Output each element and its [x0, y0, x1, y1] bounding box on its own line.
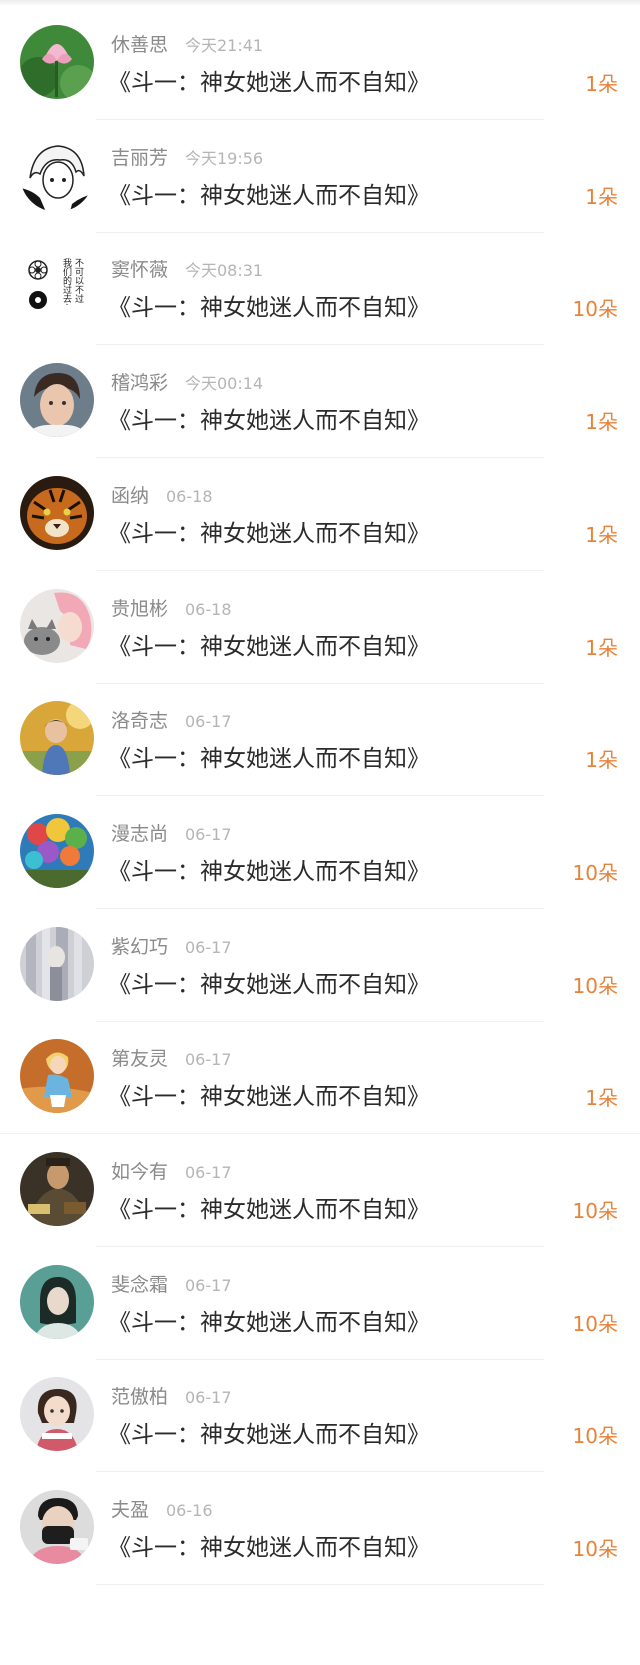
list-item[interactable]: 稽鸿彩 今天00:14 《斗一：神女她迷人而不自知》 1朵	[0, 338, 640, 459]
list-item[interactable]: 紫幻巧 06-17 《斗一：神女她迷人而不自知》 10朵	[0, 902, 640, 1022]
user-name[interactable]: 范傲柏	[111, 1384, 168, 1410]
user-name[interactable]: 函纳	[111, 483, 149, 509]
list-item[interactable]: 如今有 06-17 《斗一：神女她迷人而不自知》 10朵	[0, 1127, 640, 1247]
book-title[interactable]: 《斗一：神女她迷人而不自知》	[108, 968, 430, 1002]
user-name[interactable]: 如今有	[111, 1159, 168, 1185]
book-title[interactable]: 《斗一：神女她迷人而不自知》	[108, 517, 430, 551]
user-name[interactable]: 窦怀薇	[111, 257, 168, 283]
book-title[interactable]: 《斗一：神女她迷人而不自知》	[108, 630, 430, 664]
book-title[interactable]: 《斗一：神女她迷人而不自知》	[108, 404, 430, 438]
book-title[interactable]: 《斗一：神女她迷人而不自知》	[108, 1306, 430, 1340]
book-title[interactable]: 《斗一：神女她迷人而不自知》	[108, 179, 430, 213]
child-field-avatar[interactable]	[20, 701, 94, 776]
gift-count: 10朵	[572, 1537, 618, 1562]
gift-count: 10朵	[572, 1424, 618, 1449]
list-item[interactable]: 休善思 今天21:41 《斗一：神女她迷人而不自知》 1朵	[0, 0, 640, 120]
user-name[interactable]: 洛奇志	[111, 708, 168, 734]
teal-portrait-avatar[interactable]	[20, 1264, 94, 1339]
timestamp: 06-18	[166, 486, 213, 506]
list-item[interactable]: 贵旭彬 06-18 《斗一：神女她迷人而不自知》 1朵	[0, 564, 640, 684]
list-item[interactable]: 第友灵 06-17 《斗一：神女她迷人而不自知》 1朵	[0, 1014, 640, 1135]
gift-count: 1朵	[585, 635, 618, 660]
user-name[interactable]: 漫志尚	[111, 821, 168, 847]
gift-count: 1朵	[585, 184, 618, 209]
poster-avatar[interactable]	[20, 1152, 94, 1226]
svg-text:我们的过去·: 我们的过去·	[61, 258, 72, 306]
timestamp: 06-17	[185, 1050, 232, 1070]
user-name[interactable]: 吉丽芳	[111, 145, 168, 171]
user-name[interactable]: 休善思	[111, 32, 168, 58]
little-girl-avatar[interactable]	[20, 1377, 94, 1452]
gift-count: 1朵	[585, 748, 618, 773]
flower-text-avatar[interactable]: 我们的过去· 不可以不过	[20, 250, 94, 325]
list-item[interactable]: 夫盈 06-16 《斗一：神女她迷人而不自知》 10朵	[0, 1465, 640, 1586]
list-item[interactable]: 斐念霜 06-17 《斗一：神女她迷人而不自知》 10朵	[0, 1240, 640, 1360]
gift-count: 1朵	[585, 72, 618, 96]
gift-count: 10朵	[572, 973, 618, 998]
gift-count: 1朵	[585, 1086, 618, 1111]
timestamp: 06-18	[185, 599, 232, 619]
gift-count: 1朵	[585, 410, 618, 435]
book-title[interactable]: 《斗一：神女她迷人而不自知》	[108, 291, 430, 325]
book-title[interactable]: 《斗一：神女她迷人而不自知》	[108, 742, 430, 776]
svg-text:不可以不过: 不可以不过	[73, 258, 84, 303]
tiger-avatar[interactable]	[20, 475, 94, 550]
gift-count: 1朵	[585, 522, 618, 547]
list-item[interactable]: 范傲柏 06-17 《斗一：神女她迷人而不自知》 10朵	[0, 1352, 640, 1473]
book-title[interactable]: 《斗一：神女她迷人而不自知》	[108, 1531, 430, 1565]
gift-count: 10朵	[572, 860, 618, 885]
user-name[interactable]: 紫幻巧	[111, 934, 168, 960]
timestamp: 06-17	[185, 937, 232, 957]
book-title[interactable]: 《斗一：神女她迷人而不自知》	[108, 855, 430, 889]
anime-boy-avatar[interactable]	[20, 137, 94, 212]
book-title[interactable]: 《斗一：神女她迷人而不自知》	[108, 1080, 430, 1114]
list-item[interactable]: 吉丽芳 今天19:56 《斗一：神女她迷人而不自知》 1朵	[0, 113, 640, 233]
row-divider	[96, 1584, 544, 1586]
book-title[interactable]: 《斗一：神女她迷人而不自知》	[108, 1418, 430, 1452]
user-name[interactable]: 贵旭彬	[111, 596, 168, 622]
curtain-avatar[interactable]	[20, 926, 94, 1001]
gift-count: 10朵	[572, 1311, 618, 1336]
balloons-avatar[interactable]	[20, 813, 94, 888]
lotus-avatar[interactable]	[20, 25, 94, 99]
timestamp: 06-16	[166, 1501, 213, 1521]
user-name[interactable]: 第友灵	[111, 1046, 168, 1072]
timestamp: 06-17	[185, 1388, 232, 1408]
young-man-avatar[interactable]	[20, 363, 94, 438]
masked-man-avatar[interactable]	[20, 1490, 94, 1565]
timestamp: 今天19:56	[185, 148, 264, 168]
gift-list-screen: 休善思 今天21:41 《斗一：神女她迷人而不自知》 1朵 吉丽芳 今天19:56 《斗一：…	[0, 0, 640, 1665]
list-item[interactable]: 函纳 06-18 《斗一：神女她迷人而不自知》 1朵	[0, 451, 640, 571]
list-item[interactable]: 洛奇志 06-17 《斗一：神女她迷人而不自知》 1朵	[0, 676, 640, 797]
timestamp: 06-17	[185, 712, 232, 732]
timestamp: 06-17	[185, 1163, 232, 1182]
timestamp: 今天08:31	[185, 261, 264, 281]
book-title[interactable]: 《斗一：神女她迷人而不自知》	[108, 1193, 430, 1227]
timestamp: 今天00:14	[185, 374, 264, 394]
gift-count: 10朵	[572, 297, 618, 322]
cartoon-girl-avatar[interactable]	[20, 1039, 94, 1114]
gift-count: 10朵	[572, 1199, 618, 1223]
timestamp: 06-17	[185, 824, 232, 844]
user-name[interactable]: 斐念霜	[111, 1272, 168, 1298]
list-item[interactable]: 我们的过去· 不可以不过 窦怀薇 今天08:31 《斗一：神女她迷人而不自知》 10朵	[0, 225, 640, 346]
book-title[interactable]: 《斗一：神女她迷人而不自知》	[108, 66, 430, 100]
timestamp: 今天21:41	[185, 36, 264, 55]
timestamp: 06-17	[185, 1275, 232, 1295]
pink-hair-cat-avatar[interactable]	[20, 588, 94, 663]
user-name[interactable]: 夫盈	[111, 1497, 149, 1523]
user-name[interactable]: 稽鸿彩	[111, 370, 168, 396]
list-item[interactable]: 漫志尚 06-17 《斗一：神女她迷人而不自知》 10朵	[0, 789, 640, 909]
